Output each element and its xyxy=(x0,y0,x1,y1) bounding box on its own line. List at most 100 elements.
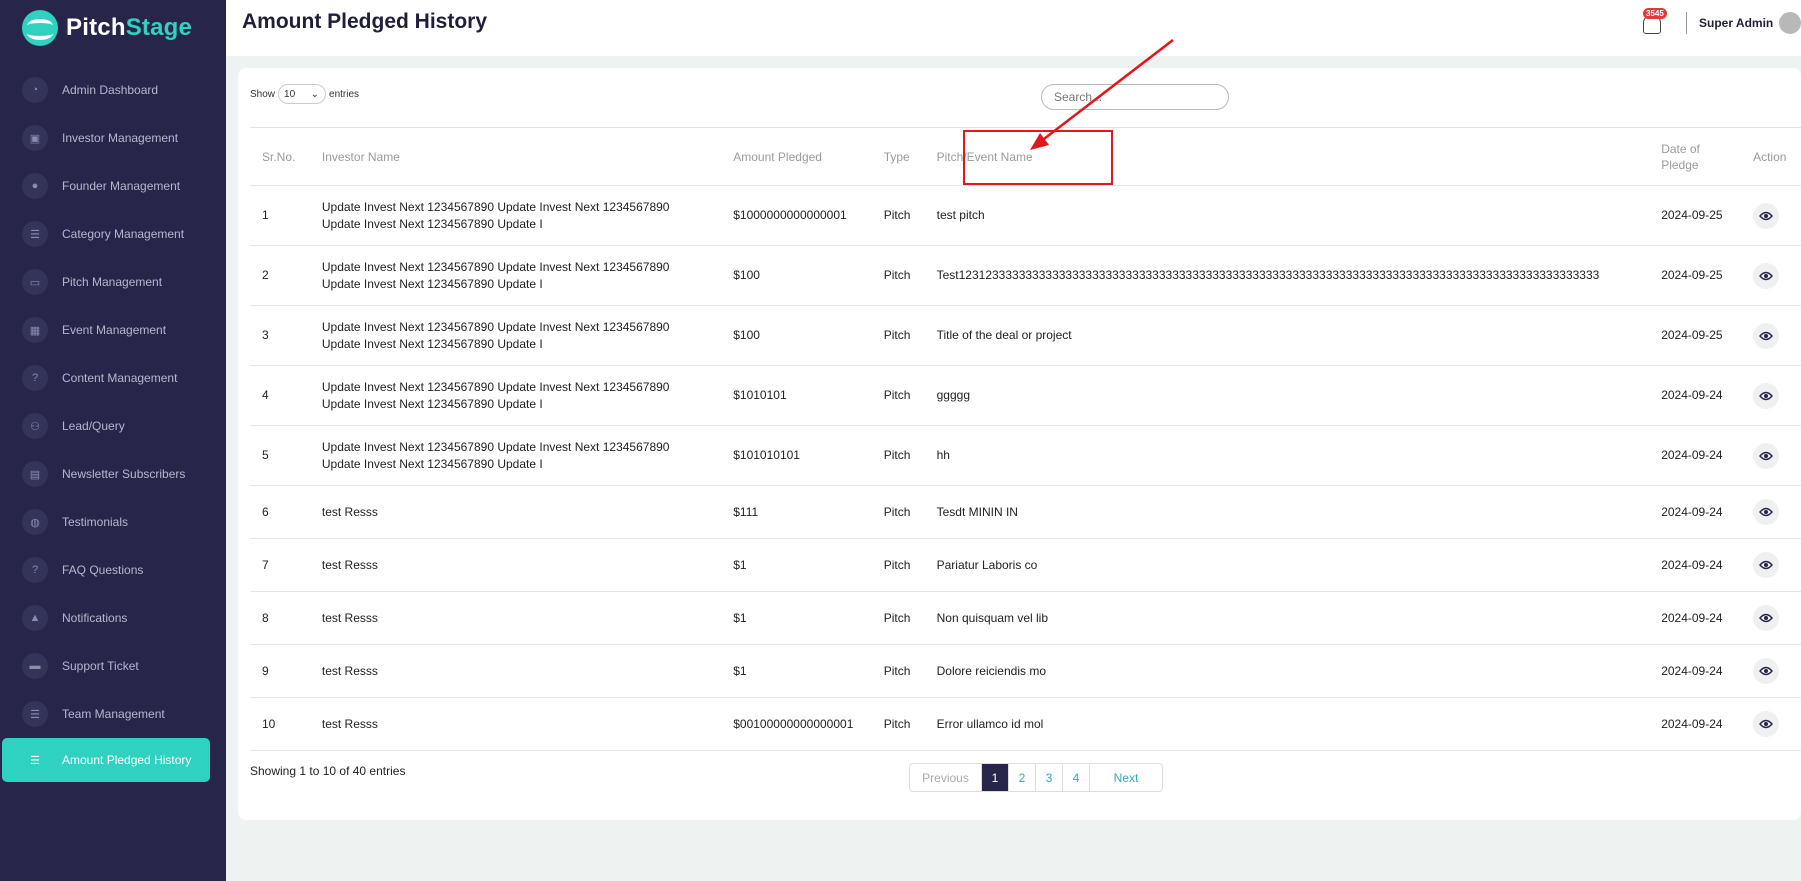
page-button-1[interactable]: 1 xyxy=(982,764,1009,791)
cell-type: Pitch xyxy=(871,365,925,426)
view-button[interactable] xyxy=(1753,322,1780,349)
sidebar-item-content-management[interactable]: ? Content Management xyxy=(0,354,226,402)
sidebar-item-admin-dashboard[interactable]: ◔ Admin Dashboard xyxy=(0,66,226,114)
cell-date: 2024-09-25 xyxy=(1649,185,1742,246)
col-date-of-pledge[interactable]: Date of Pledge xyxy=(1649,127,1742,186)
cell-date: 2024-09-24 xyxy=(1649,591,1742,645)
sidebar-item-investor-management[interactable]: ▣ Investor Management xyxy=(0,114,226,162)
top-bar: Amount Pledged History 3545 Super Admin xyxy=(226,0,1801,56)
cell-investor-name: Update Invest Next 1234567890 Update Inv… xyxy=(309,425,722,486)
cell-date: 2024-09-25 xyxy=(1649,245,1742,306)
user-name[interactable]: Super Admin xyxy=(1699,16,1773,30)
table-info: Showing 1 to 10 of 40 entries xyxy=(250,764,406,778)
newspaper-icon: ▤ xyxy=(22,461,48,487)
col-amount-pledged[interactable]: Amount Pledged xyxy=(721,127,872,186)
view-button[interactable] xyxy=(1753,552,1780,578)
notification-bell[interactable]: 3545 xyxy=(1639,8,1667,38)
view-button[interactable] xyxy=(1753,382,1780,409)
table-row: 2 Update Invest Next 1234567890 Update In… xyxy=(250,245,1801,306)
brand-logo[interactable]: PitchStage xyxy=(22,8,192,48)
sidebar-item-team-management[interactable]: ☰ Team Management xyxy=(0,690,226,738)
col-sr-no[interactable]: Sr.No. xyxy=(250,127,310,186)
sidebar-item-testimonials[interactable]: ◍ Testimonials xyxy=(0,498,226,546)
bulb-icon: ● xyxy=(22,173,48,199)
sidebar-item-lead-query[interactable]: ⚇ Lead/Query xyxy=(0,402,226,450)
sidebar-nav: ◔ Admin Dashboard ▣ Investor Management ● Fou… xyxy=(0,66,226,782)
cell-type: Pitch xyxy=(871,644,925,698)
sidebar-item-faq-questions[interactable]: ? FAQ Questions xyxy=(0,546,226,594)
list-icon: ☰ xyxy=(22,747,48,773)
previous-button[interactable]: Previous xyxy=(910,764,982,791)
cell-sr-no: 1 xyxy=(250,185,310,246)
cell-date: 2024-09-24 xyxy=(1649,365,1742,426)
cell-amount: $101010101 xyxy=(721,425,872,486)
sidebar-item-label: Support Ticket xyxy=(62,659,139,673)
cell-investor-name: Update Invest Next 1234567890 Update Inv… xyxy=(309,185,722,246)
view-button[interactable] xyxy=(1753,711,1780,737)
cell-pitch-name: Error ullamco id mol xyxy=(924,697,1650,751)
page-button-4[interactable]: 4 xyxy=(1063,764,1090,791)
cell-action xyxy=(1741,245,1801,306)
cell-amount: $1 xyxy=(721,644,872,698)
presentation-icon: ▭ xyxy=(22,269,48,295)
view-button[interactable] xyxy=(1753,262,1780,289)
list-icon: ☰ xyxy=(22,701,48,727)
search-input[interactable] xyxy=(1041,84,1229,110)
cell-pitch-name: test pitch xyxy=(924,185,1650,246)
next-button[interactable]: Next xyxy=(1090,764,1162,791)
table-row: 10 test Resss $00100000000000001 Pitch Error… xyxy=(250,697,1801,751)
cell-amount: $111 xyxy=(721,485,872,539)
avatar[interactable] xyxy=(1779,12,1801,34)
cell-amount: $1 xyxy=(721,591,872,645)
eye-icon xyxy=(1759,613,1773,623)
list-icon: ☰ xyxy=(22,221,48,247)
sidebar-item-event-management[interactable]: ▦ Event Management xyxy=(0,306,226,354)
eye-icon xyxy=(1759,451,1773,460)
chevron-down-icon: ⌄ xyxy=(310,88,320,100)
cell-action xyxy=(1741,365,1801,426)
sidebar-item-category-management[interactable]: ☰ Category Management xyxy=(0,210,226,258)
view-button[interactable] xyxy=(1753,658,1780,684)
sidebar-item-founder-management[interactable]: ● Founder Management xyxy=(0,162,226,210)
table-row: 1 Update Invest Next 1234567890 Update In… xyxy=(250,185,1801,246)
cell-investor-name: test Resss xyxy=(309,644,722,698)
view-button[interactable] xyxy=(1753,442,1780,469)
cell-pitch-name: Non quisquam vel lib xyxy=(924,591,1650,645)
page-button-2[interactable]: 2 xyxy=(1009,764,1036,791)
cell-investor-name: test Resss xyxy=(309,485,722,539)
sidebar-item-support-ticket[interactable]: ▬ Support Ticket xyxy=(0,642,226,690)
sidebar-item-label: Content Management xyxy=(62,371,178,385)
col-investor-name[interactable]: Investor Name xyxy=(309,127,722,186)
page-title: Amount Pledged History xyxy=(242,10,488,33)
cell-date: 2024-09-24 xyxy=(1649,697,1742,751)
sidebar-item-label: Amount Pledged History xyxy=(62,753,192,767)
cell-sr-no: 7 xyxy=(250,538,310,592)
cell-action xyxy=(1741,697,1801,751)
cell-date: 2024-09-24 xyxy=(1649,538,1742,592)
sidebar-item-notifications[interactable]: ▲ Notifications xyxy=(0,594,226,642)
eye-icon xyxy=(1759,666,1773,676)
page-length-select[interactable]: 10 ⌄ xyxy=(278,84,327,104)
sidebar-item-label: Lead/Query xyxy=(62,419,125,433)
cell-investor-name: test Resss xyxy=(309,697,722,751)
cell-pitch-name: Title of the deal or project xyxy=(924,305,1650,366)
sidebar-item-newsletter-subscribers[interactable]: ▤ Newsletter Subscribers xyxy=(0,450,226,498)
sidebar-item-amount-pledged-history[interactable]: ☰ Amount Pledged History xyxy=(2,738,210,782)
cell-action xyxy=(1741,485,1801,539)
cell-type: Pitch xyxy=(871,185,925,246)
page-button-3[interactable]: 3 xyxy=(1036,764,1063,791)
view-button[interactable] xyxy=(1753,202,1780,229)
view-button[interactable] xyxy=(1753,499,1780,525)
col-type[interactable]: Type xyxy=(871,127,925,186)
annotation-highlight-box xyxy=(963,130,1113,185)
show-label: Show xyxy=(250,88,276,100)
bell-icon: ▲ xyxy=(22,605,48,631)
eye-icon xyxy=(1759,331,1773,340)
table-row: 3 Update Invest Next 1234567890 Update In… xyxy=(250,305,1801,366)
cell-investor-name: Update Invest Next 1234567890 Update Inv… xyxy=(309,365,722,426)
view-button[interactable] xyxy=(1753,605,1780,631)
dashboard-icon: ◔ xyxy=(22,77,48,103)
cell-investor-name: Update Invest Next 1234567890 Update Inv… xyxy=(309,305,722,366)
sidebar-item-pitch-management[interactable]: ▭ Pitch Management xyxy=(0,258,226,306)
cell-date: 2024-09-24 xyxy=(1649,485,1742,539)
